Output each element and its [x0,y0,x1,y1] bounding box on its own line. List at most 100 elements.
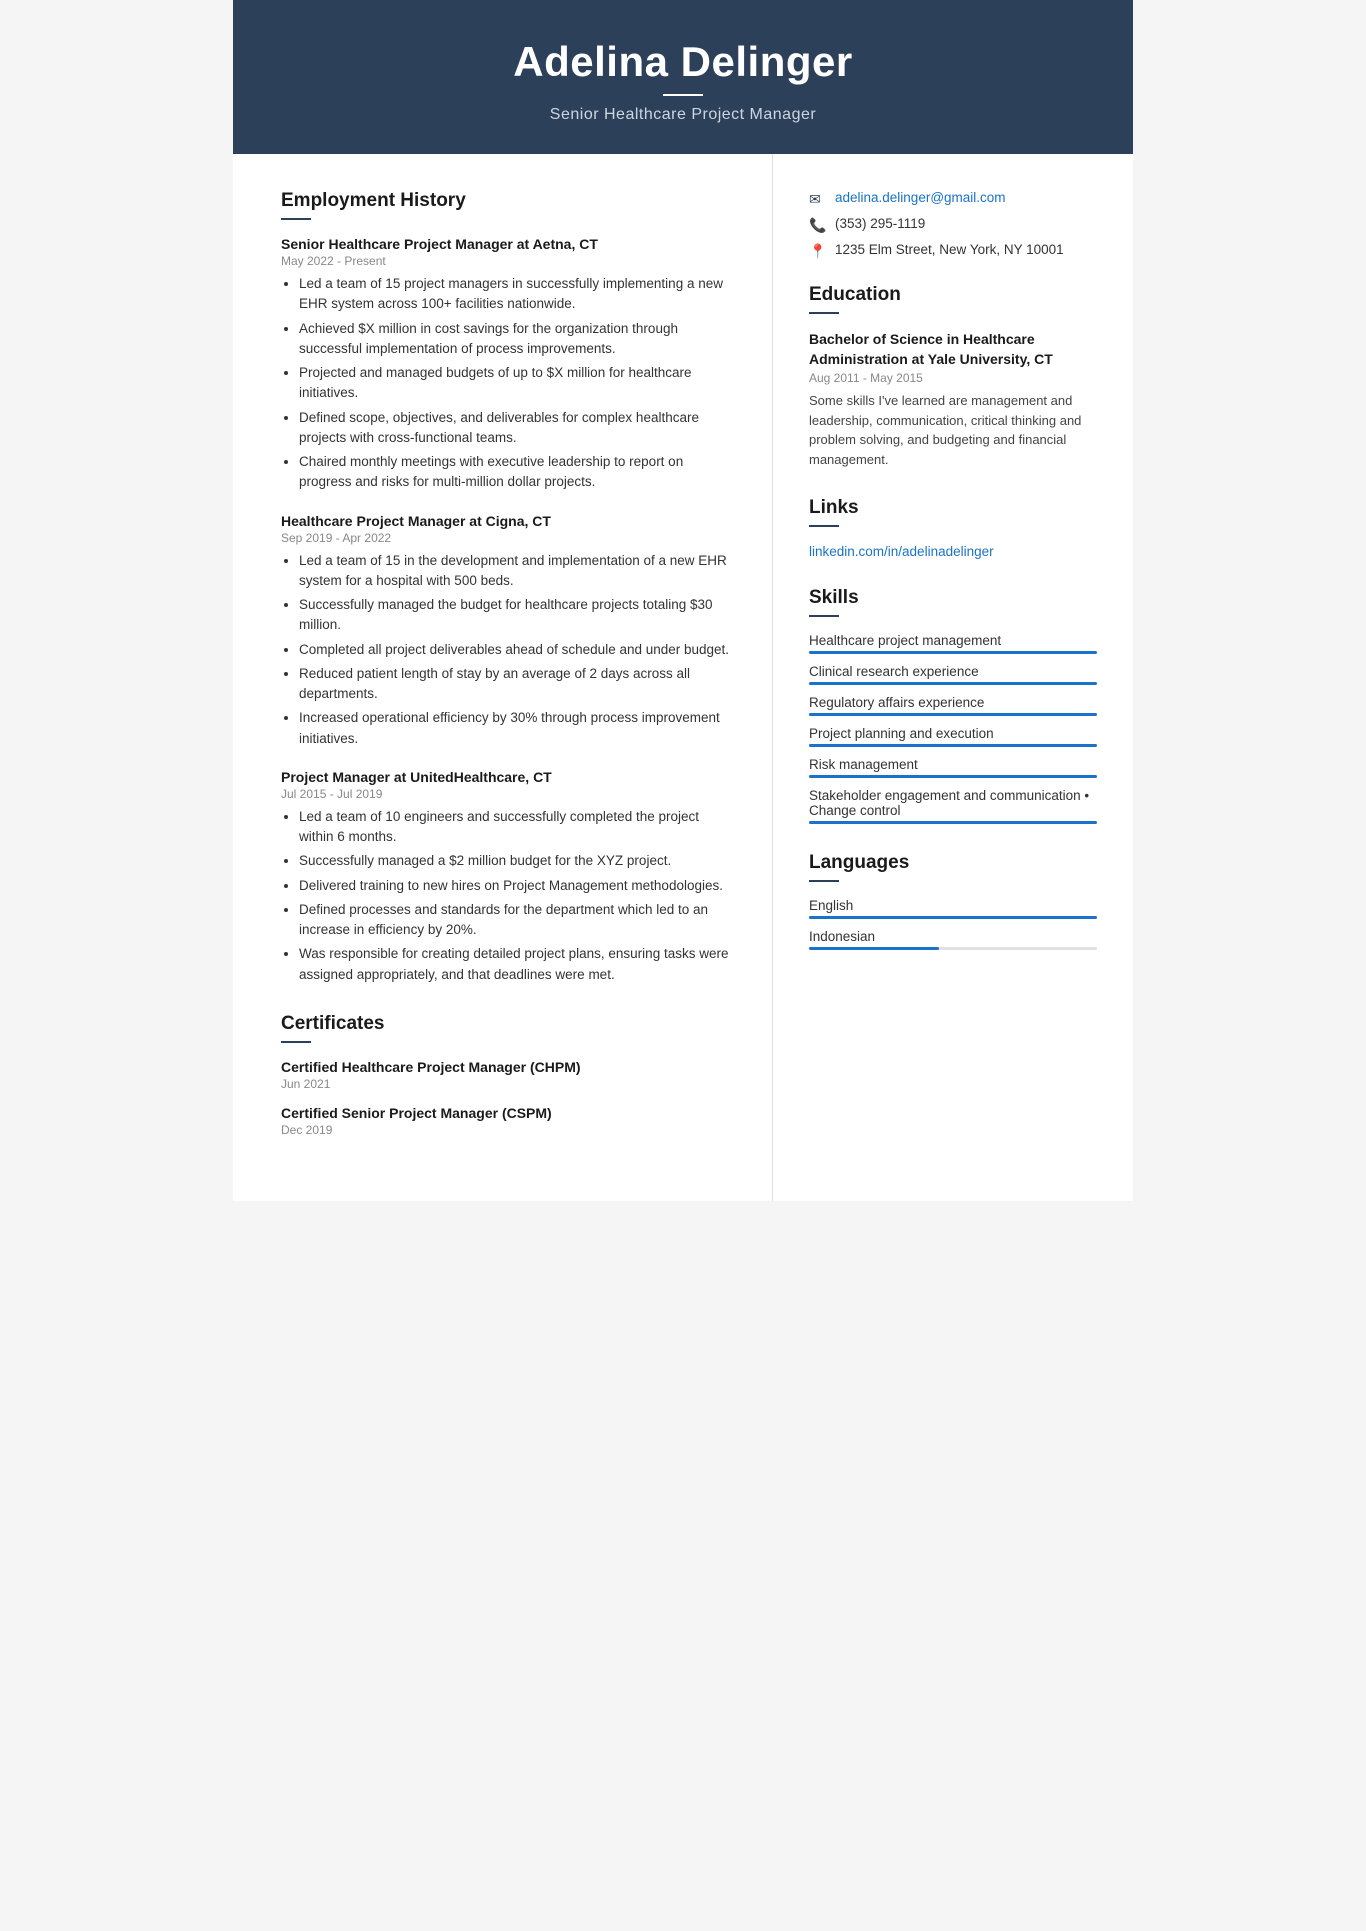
list-item: Led a team of 15 project managers in suc… [299,274,736,315]
contact-section: ✉ adelina.delinger@gmail.com 📞 (353) 295… [809,190,1097,260]
employment-underline [281,218,311,220]
cert-1-title: Certified Healthcare Project Manager (CH… [281,1059,736,1075]
resume-wrapper: Adelina Delinger Senior Healthcare Proje… [233,0,1133,1201]
job-1-title: Senior Healthcare Project Manager at Aet… [281,236,736,252]
lang-2-label: Indonesian [809,929,1097,944]
education-underline [809,312,839,314]
phone-icon: 📞 [809,217,827,234]
contact-email-item: ✉ adelina.delinger@gmail.com [809,190,1097,208]
links-underline [809,525,839,527]
header-divider [663,94,703,96]
skill-2-bar-fill [809,682,1097,685]
skill-1-bar-bg [809,651,1097,654]
right-column: ✉ adelina.delinger@gmail.com 📞 (353) 295… [773,154,1133,1201]
skill-5-label: Risk management [809,757,1097,772]
skill-3-label: Regulatory affairs experience [809,695,1097,710]
lang-1-bar-fill [809,916,1097,919]
job-2-dates: Sep 2019 - Apr 2022 [281,531,736,545]
list-item: Led a team of 10 engineers and successfu… [299,807,736,848]
phone-value: (353) 295-1119 [835,216,925,231]
cert-2-title: Certified Senior Project Manager (CSPM) [281,1105,736,1121]
edu-degree: Bachelor of Science in Healthcare Admini… [809,330,1097,369]
education-section: Education Bachelor of Science in Healthc… [809,284,1097,469]
lang-2-bar-fill [809,947,939,950]
contact-phone-item: 📞 (353) 295-1119 [809,216,1097,234]
skill-1: Healthcare project management [809,633,1097,654]
job-3-title: Project Manager at UnitedHealthcare, CT [281,769,736,785]
list-item: Chaired monthly meetings with executive … [299,452,736,493]
location-icon: 📍 [809,243,827,260]
skill-6-label: Stakeholder engagement and communication… [809,788,1097,818]
skill-4: Project planning and execution [809,726,1097,747]
header: Adelina Delinger Senior Healthcare Proje… [233,0,1133,154]
skill-1-label: Healthcare project management [809,633,1097,648]
list-item: Defined processes and standards for the … [299,900,736,941]
job-1-bullets: Led a team of 15 project managers in suc… [281,274,736,493]
lang-1: English [809,898,1097,919]
list-item: Achieved $X million in cost savings for … [299,319,736,360]
education-title: Education [809,284,1097,306]
cert-1: Certified Healthcare Project Manager (CH… [281,1059,736,1091]
email-icon: ✉ [809,191,827,208]
certificates-section: Certificates Certified Healthcare Projec… [281,1013,736,1137]
skill-6-bar-bg [809,821,1097,824]
lang-2: Indonesian [809,929,1097,950]
contact-address-item: 📍 1235 Elm Street, New York, NY 10001 [809,242,1097,260]
body-layout: Employment History Senior Healthcare Pro… [233,154,1133,1201]
skill-5: Risk management [809,757,1097,778]
list-item: Reduced patient length of stay by an ave… [299,664,736,705]
linkedin-link[interactable]: linkedin.com/in/adelinadelinger [809,544,994,559]
languages-section: Languages English Indonesian [809,852,1097,950]
skill-5-bar-fill [809,775,1097,778]
job-2-bullets: Led a team of 15 in the development and … [281,551,736,749]
email-link[interactable]: adelina.delinger@gmail.com [835,190,1006,205]
left-column: Employment History Senior Healthcare Pro… [233,154,773,1201]
list-item: Was responsible for creating detailed pr… [299,944,736,985]
list-item: Projected and managed budgets of up to $… [299,363,736,404]
lang-1-bar-bg [809,916,1097,919]
skill-6: Stakeholder engagement and communication… [809,788,1097,824]
skill-4-bar-bg [809,744,1097,747]
list-item: Led a team of 15 in the development and … [299,551,736,592]
job-2-title: Healthcare Project Manager at Cigna, CT [281,513,736,529]
list-item: Delivered training to new hires on Proje… [299,876,736,896]
list-item: Successfully managed a $2 million budget… [299,851,736,871]
edu-description: Some skills I've learned are management … [809,391,1097,469]
skills-underline [809,615,839,617]
list-item: Increased operational efficiency by 30% … [299,708,736,749]
skill-3: Regulatory affairs experience [809,695,1097,716]
list-item: Successfully managed the budget for heal… [299,595,736,636]
address-value: 1235 Elm Street, New York, NY 10001 [835,242,1064,257]
job-2: Healthcare Project Manager at Cigna, CT … [281,513,736,749]
links-title: Links [809,497,1097,519]
list-item: Completed all project deliverables ahead… [299,640,736,660]
employment-section: Employment History Senior Healthcare Pro… [281,190,736,985]
cert-2-date: Dec 2019 [281,1123,736,1137]
skill-4-bar-fill [809,744,1097,747]
skill-3-bar-bg [809,713,1097,716]
employment-title: Employment History [281,190,736,212]
certificates-underline [281,1041,311,1043]
edu-dates: Aug 2011 - May 2015 [809,371,1097,385]
job-3: Project Manager at UnitedHealthcare, CT … [281,769,736,985]
languages-underline [809,880,839,882]
links-section: Links linkedin.com/in/adelinadelinger [809,497,1097,559]
skill-2-bar-bg [809,682,1097,685]
job-1: Senior Healthcare Project Manager at Aet… [281,236,736,493]
list-item: Defined scope, objectives, and deliverab… [299,408,736,449]
job-3-bullets: Led a team of 10 engineers and successfu… [281,807,736,985]
lang-2-bar-bg [809,947,1097,950]
candidate-title: Senior Healthcare Project Manager [273,106,1093,124]
skill-1-bar-fill [809,651,1097,654]
skill-2: Clinical research experience [809,664,1097,685]
skills-title: Skills [809,587,1097,609]
skill-6-bar-fill [809,821,1097,824]
cert-2: Certified Senior Project Manager (CSPM) … [281,1105,736,1137]
skill-4-label: Project planning and execution [809,726,1097,741]
candidate-name: Adelina Delinger [273,38,1093,86]
job-1-dates: May 2022 - Present [281,254,736,268]
skill-5-bar-bg [809,775,1097,778]
skill-3-bar-fill [809,713,1097,716]
skills-section: Skills Healthcare project management Cli… [809,587,1097,824]
lang-1-label: English [809,898,1097,913]
